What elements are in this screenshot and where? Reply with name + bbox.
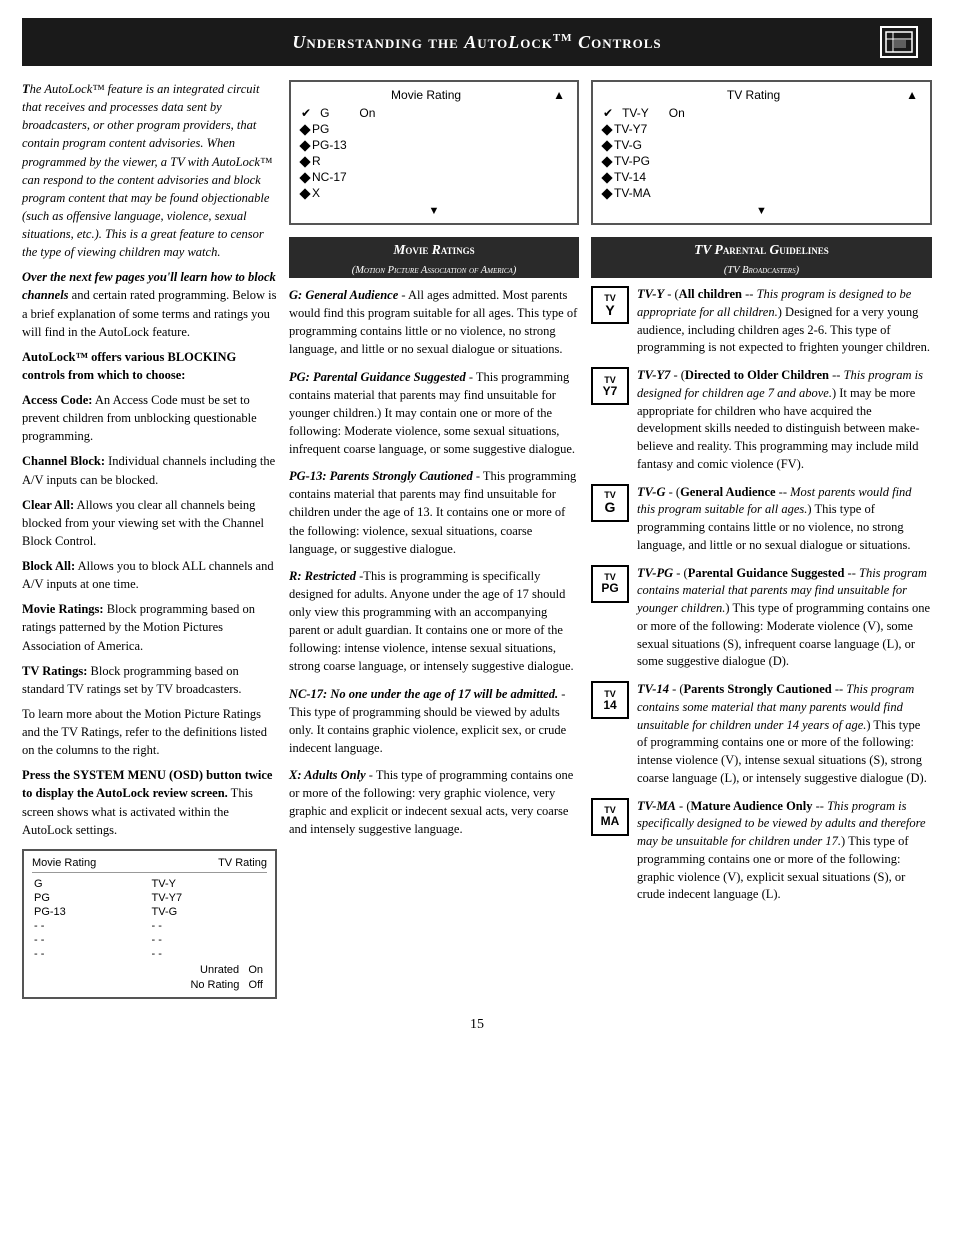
channel-block-item: Channel Block: Individual channels inclu… bbox=[22, 452, 277, 488]
table-row: PG-13 bbox=[32, 905, 150, 919]
left-column: The AutoLock™ feature is an integrated c… bbox=[22, 80, 277, 999]
box-row-nc17: NC-17 bbox=[299, 169, 569, 185]
box-row-g: ✔GOn bbox=[299, 105, 569, 121]
tv-pg-badge: TV PG bbox=[591, 565, 629, 603]
box-row-tvy7: TV-Y7 bbox=[601, 121, 922, 137]
bs-footer-unrated: Unrated On bbox=[200, 964, 263, 976]
tv-g-badge: TV G bbox=[591, 484, 629, 522]
table-row: - - bbox=[32, 933, 150, 947]
tv-rating-pg: TV PG TV-PG - (Parental Guidance Suggest… bbox=[591, 565, 932, 672]
movie-ratings-item: Movie Ratings: Block programming based o… bbox=[22, 600, 277, 654]
main-content: The AutoLock™ feature is an integrated c… bbox=[22, 80, 932, 999]
bs-right-col: TV-Y TV-Y7 TV-G - - - - - - bbox=[150, 877, 268, 961]
bs-left-col: G PG PG-13 - - - - - - bbox=[32, 877, 150, 961]
movie-rating-x: X: Adults Only - This type of programmin… bbox=[289, 766, 579, 839]
table-row: G bbox=[32, 877, 150, 891]
box-row-tv14: TV-14 bbox=[601, 169, 922, 185]
block-all-item: Block All: Allows you to block ALL chann… bbox=[22, 557, 277, 593]
learn-paragraph: Over the next few pages you'll learn how… bbox=[22, 268, 277, 341]
bs-tv-rating-label: TV Rating bbox=[218, 857, 267, 869]
tv-guidelines-section-header: TV Parental Guidelines (TV Broadcasters) bbox=[591, 237, 932, 278]
tv-y7-badge: TV Y7 bbox=[591, 367, 629, 405]
tv-ratings-item: TV Ratings: Block programming based on s… bbox=[22, 662, 277, 698]
movie-rating-pg: PG: Parental Guidance Suggested - This p… bbox=[289, 368, 579, 459]
learn-more-paragraph: To learn more about the Motion Picture R… bbox=[22, 705, 277, 759]
tv-rating-ma: TV MA TV-MA - (Mature Audience Only -- T… bbox=[591, 798, 932, 905]
right-column: ▲ TV Rating ✔TV-YOn TV-Y7 TV-G TV-PG TV-… bbox=[591, 80, 932, 914]
tv-y-badge: TV Y bbox=[591, 286, 629, 324]
blocking-header: AutoLock™ offers various BLOCKING contro… bbox=[22, 348, 277, 384]
movie-rating-pg13: PG-13: Parents Strongly Cautioned - This… bbox=[289, 467, 579, 558]
table-row: - - bbox=[32, 947, 150, 961]
table-row: TV-Y7 bbox=[150, 891, 268, 905]
box-arrow-up: ▲ Movie Rating bbox=[299, 88, 569, 102]
access-code-item: Access Code: An Access Code must be set … bbox=[22, 391, 277, 445]
movie-ratings-section-header: Movie Ratings (Motion Picture Associatio… bbox=[289, 237, 579, 278]
box-row-tvma: TV-MA bbox=[601, 185, 922, 201]
movie-rating-ui-box: ▲ Movie Rating ✔GOn PG PG-13 R NC-17 X ▼ bbox=[289, 80, 579, 225]
table-row: TV-Y bbox=[150, 877, 268, 891]
tv-rating-ui-box: ▲ TV Rating ✔TV-YOn TV-Y7 TV-G TV-PG TV-… bbox=[591, 80, 932, 225]
header-icon bbox=[880, 26, 918, 58]
box-row-tvg: TV-G bbox=[601, 137, 922, 153]
box-row-x: X bbox=[299, 185, 569, 201]
bs-footer-norating: No Rating Off bbox=[190, 979, 263, 991]
tv-14-text: TV-14 - (Parents Strongly Cautioned -- T… bbox=[637, 681, 932, 788]
tv-14-badge: TV 14 bbox=[591, 681, 629, 719]
table-row: - - bbox=[150, 919, 268, 933]
page-title: Understanding the AutoLockTM Controls bbox=[74, 32, 880, 53]
movie-rating-r: R: Restricted -This is programming is sp… bbox=[289, 567, 579, 676]
bottom-screen-mockup: Movie Rating TV Rating G PG PG-13 - - - … bbox=[22, 849, 277, 999]
table-row: TV-G bbox=[150, 905, 268, 919]
tv-g-text: TV-G - (General Audience -- Most parents… bbox=[637, 484, 932, 555]
tv-rating-y7: TV Y7 TV-Y7 - (Directed to Older Childre… bbox=[591, 367, 932, 474]
box-row-tvy: ✔TV-YOn bbox=[601, 105, 922, 121]
table-row: - - bbox=[150, 933, 268, 947]
box-row-pg: PG bbox=[299, 121, 569, 137]
movie-rating-nc17: NC-17: No one under the age of 17 will b… bbox=[289, 685, 579, 758]
tv-ma-text: TV-MA - (Mature Audience Only -- This pr… bbox=[637, 798, 932, 905]
box-row-pg13: PG-13 bbox=[299, 137, 569, 153]
press-system-paragraph: Press the SYSTEM MENU (OSD) button twice… bbox=[22, 766, 277, 839]
intro-paragraph: The AutoLock™ feature is an integrated c… bbox=[22, 80, 277, 261]
box-row-tvpg: TV-PG bbox=[601, 153, 922, 169]
clear-all-item: Clear All: Allows you clear all channels… bbox=[22, 496, 277, 550]
movie-rating-g: G: General Audience - All ages admitted.… bbox=[289, 286, 579, 359]
middle-column: ▲ Movie Rating ✔GOn PG PG-13 R NC-17 X ▼… bbox=[289, 80, 579, 848]
tv-rating-y: TV Y TV-Y - (All children -- This progra… bbox=[591, 286, 932, 357]
table-row: - - bbox=[150, 947, 268, 961]
page-number: 15 bbox=[22, 1017, 932, 1033]
table-row: - - bbox=[32, 919, 150, 933]
page-header: Understanding the AutoLockTM Controls bbox=[22, 18, 932, 66]
bs-movie-rating-label: Movie Rating bbox=[32, 857, 96, 869]
box-arrow-down-tv: ▼ bbox=[601, 205, 922, 217]
tv-y-text: TV-Y - (All children -- This program is … bbox=[637, 286, 932, 357]
box-arrow-down: ▼ bbox=[299, 205, 569, 217]
box-row-r: R bbox=[299, 153, 569, 169]
tv-ma-badge: TV MA bbox=[591, 798, 629, 836]
table-row: PG bbox=[32, 891, 150, 905]
tv-rating-g: TV G TV-G - (General Audience -- Most pa… bbox=[591, 484, 932, 555]
tv-pg-text: TV-PG - (Parental Guidance Suggested -- … bbox=[637, 565, 932, 672]
tv-rating-14: TV 14 TV-14 - (Parents Strongly Cautione… bbox=[591, 681, 932, 788]
tv-y7-text: TV-Y7 - (Directed to Older Children -- T… bbox=[637, 367, 932, 474]
